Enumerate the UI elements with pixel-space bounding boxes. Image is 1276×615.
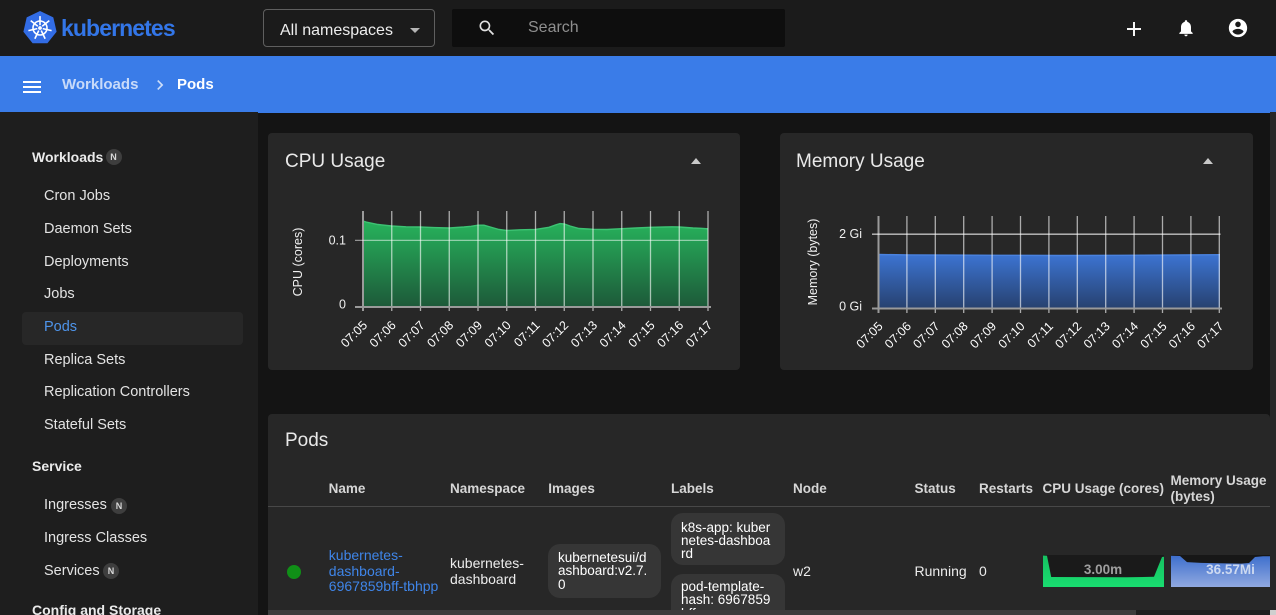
svg-text:07:17: 07:17 [1194,319,1226,351]
svg-text:07:16: 07:16 [654,318,686,350]
svg-text:07:15: 07:15 [1138,319,1170,351]
svg-text:Memory (bytes): Memory (bytes) [806,219,820,306]
svg-text:0.1: 0.1 [329,234,346,248]
svg-text:0 Gi: 0 Gi [839,300,862,314]
svg-text:07:06: 07:06 [367,318,399,350]
svg-text:0: 0 [339,298,346,312]
svg-text:07:07: 07:07 [396,318,428,350]
svg-text:07:12: 07:12 [1052,319,1084,351]
svg-text:07:11: 07:11 [511,318,542,349]
svg-text:07:12: 07:12 [539,318,571,350]
svg-text:07:11: 07:11 [1025,319,1056,350]
svg-text:07:06: 07:06 [882,319,914,351]
svg-text:07:14: 07:14 [597,318,629,350]
svg-text:07:08: 07:08 [424,318,456,350]
svg-text:07:13: 07:13 [1081,319,1113,351]
svg-text:07:07: 07:07 [910,319,942,351]
svg-text:07:10: 07:10 [996,319,1028,351]
svg-text:07:13: 07:13 [568,318,600,350]
svg-text:07:15: 07:15 [626,318,658,350]
svg-text:07:05: 07:05 [338,318,370,350]
svg-text:07:16: 07:16 [1166,319,1198,351]
svg-text:07:10: 07:10 [482,318,514,350]
svg-text:07:09: 07:09 [967,319,999,351]
svg-text:07:09: 07:09 [453,318,485,350]
svg-text:07:17: 07:17 [683,318,715,350]
svg-text:07:14: 07:14 [1109,319,1141,351]
svg-text:CPU (cores): CPU (cores) [291,228,305,297]
svg-text:07:08: 07:08 [939,319,971,351]
svg-text:07:05: 07:05 [854,319,886,351]
svg-text:2 Gi: 2 Gi [839,227,862,241]
